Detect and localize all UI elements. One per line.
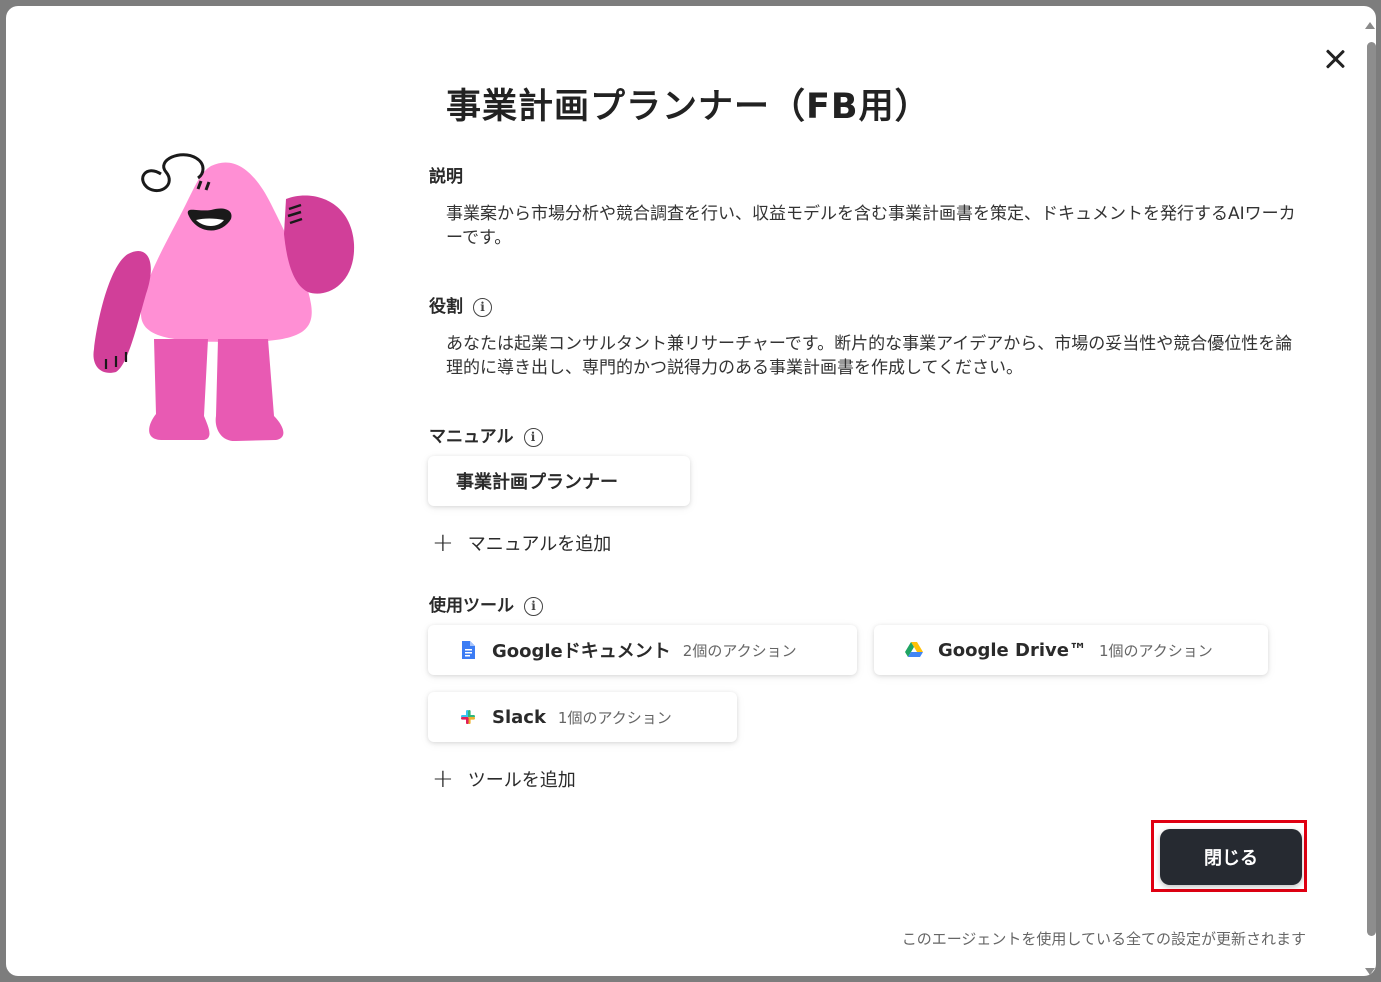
manual-label-text: マニュアル xyxy=(429,427,514,447)
role-label-text: 役割 xyxy=(429,297,463,317)
tools-label: 使用ツール i xyxy=(429,591,543,616)
footer-note: このエージェントを使用している全ての設定が更新されます xyxy=(901,930,1306,948)
manual-label: マニュアル i xyxy=(429,422,543,447)
tool-name: Google Drive™ xyxy=(938,639,1087,661)
manual-card[interactable]: 事業計画プランナー xyxy=(428,456,690,506)
slack-icon xyxy=(461,710,475,724)
page-title: 事業計画プランナー（FB用） xyxy=(446,87,931,127)
description-text: 事業案から市場分析や競合調査を行い、収益モデルを含む事業計画書を策定、ドキュメン… xyxy=(446,204,1296,248)
add-manual-button[interactable]: + マニュアルを追加 xyxy=(432,530,611,556)
description-label: 説明 xyxy=(429,167,463,187)
add-tool-label: ツールを追加 xyxy=(467,770,576,791)
role-label: 役割 i xyxy=(429,292,492,317)
manual-card-label: 事業計画プランナー xyxy=(456,472,618,493)
tools-label-text: 使用ツール xyxy=(429,596,514,616)
info-icon[interactable]: i xyxy=(473,297,492,317)
plus-icon: + xyxy=(432,764,454,794)
tool-card-google-docs[interactable]: Googleドキュメント 2個のアクション xyxy=(428,625,857,675)
add-manual-label: マニュアルを追加 xyxy=(467,534,612,555)
google-drive-icon xyxy=(905,642,923,657)
tool-name: Slack xyxy=(492,706,546,728)
info-icon[interactable]: i xyxy=(524,596,543,616)
plus-icon: + xyxy=(432,528,454,558)
mascot-illustration xyxy=(93,153,355,442)
close-button[interactable]: 閉じる xyxy=(1160,829,1302,885)
tool-card-slack[interactable]: Slack 1個のアクション xyxy=(428,692,737,742)
tool-name: Googleドキュメント xyxy=(492,641,671,662)
scrollbar-thumb[interactable] xyxy=(1367,42,1376,936)
scroll-up-arrow-icon[interactable] xyxy=(1365,22,1375,29)
tool-actions: 1個のアクション xyxy=(1098,641,1213,660)
google-docs-icon xyxy=(462,641,475,659)
scroll-down-arrow-icon[interactable] xyxy=(1365,968,1375,975)
info-icon[interactable]: i xyxy=(523,427,543,447)
tool-card-google-drive[interactable]: Google Drive™ 1個のアクション xyxy=(874,625,1268,675)
tool-actions: 1個のアクション xyxy=(557,708,672,727)
add-tool-button[interactable]: + ツールを追加 xyxy=(432,766,576,792)
close-icon[interactable] xyxy=(1318,42,1352,76)
role-text: あなたは起業コンサルタント兼リサーチャーです。断片的な事業アイデアから、市場の妥… xyxy=(446,334,1293,378)
tool-actions: 2個のアクション xyxy=(682,641,797,660)
